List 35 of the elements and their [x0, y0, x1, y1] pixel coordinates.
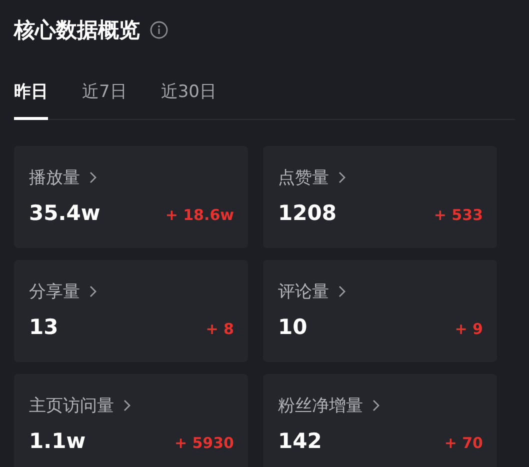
- metric-value: 1208: [278, 201, 336, 225]
- metric-value: 10: [278, 315, 308, 339]
- metric-change: + 5930: [174, 434, 234, 452]
- chevron-right-icon: [89, 171, 97, 184]
- chevron-right-icon: [338, 171, 346, 184]
- chevron-right-icon: [89, 285, 97, 298]
- metric-label: 主页访问量: [29, 395, 114, 417]
- metric-label: 分享量: [29, 281, 80, 303]
- metric-card[interactable]: 分享量 13 + 8: [14, 260, 248, 362]
- metric-value: 13: [29, 315, 58, 339]
- metric-card[interactable]: 粉丝净增量 142 + 70: [263, 374, 497, 467]
- metric-card[interactable]: 主页访问量 1.1w + 5930: [14, 374, 248, 467]
- section-title: 核心数据概览: [14, 17, 140, 44]
- info-icon[interactable]: [150, 21, 168, 39]
- metric-value: 142: [278, 429, 322, 453]
- metric-change: + 9: [454, 320, 483, 338]
- metric-card[interactable]: 评论量 10 + 9: [263, 260, 497, 362]
- metric-card[interactable]: 播放量 35.4w + 18.6w: [14, 146, 248, 248]
- metric-label: 粉丝净增量: [278, 395, 363, 417]
- metric-value: 35.4w: [29, 201, 100, 225]
- metric-label: 评论量: [278, 281, 329, 303]
- period-tab[interactable]: 近7日: [82, 68, 127, 120]
- metric-change: + 533: [434, 206, 483, 224]
- metric-label: 播放量: [29, 167, 80, 189]
- chevron-right-icon: [123, 399, 131, 412]
- metric-change: + 8: [206, 320, 234, 338]
- period-tab[interactable]: 昨日: [14, 68, 48, 120]
- metric-card[interactable]: 点赞量 1208 + 533: [263, 146, 497, 248]
- metric-change: + 18.6w: [165, 206, 234, 224]
- metric-label: 点赞量: [278, 167, 329, 189]
- chevron-right-icon: [338, 285, 346, 298]
- chevron-right-icon: [372, 399, 380, 412]
- metric-value: 1.1w: [29, 429, 86, 453]
- metric-change: + 70: [444, 434, 483, 452]
- period-tab[interactable]: 近30日: [160, 68, 216, 120]
